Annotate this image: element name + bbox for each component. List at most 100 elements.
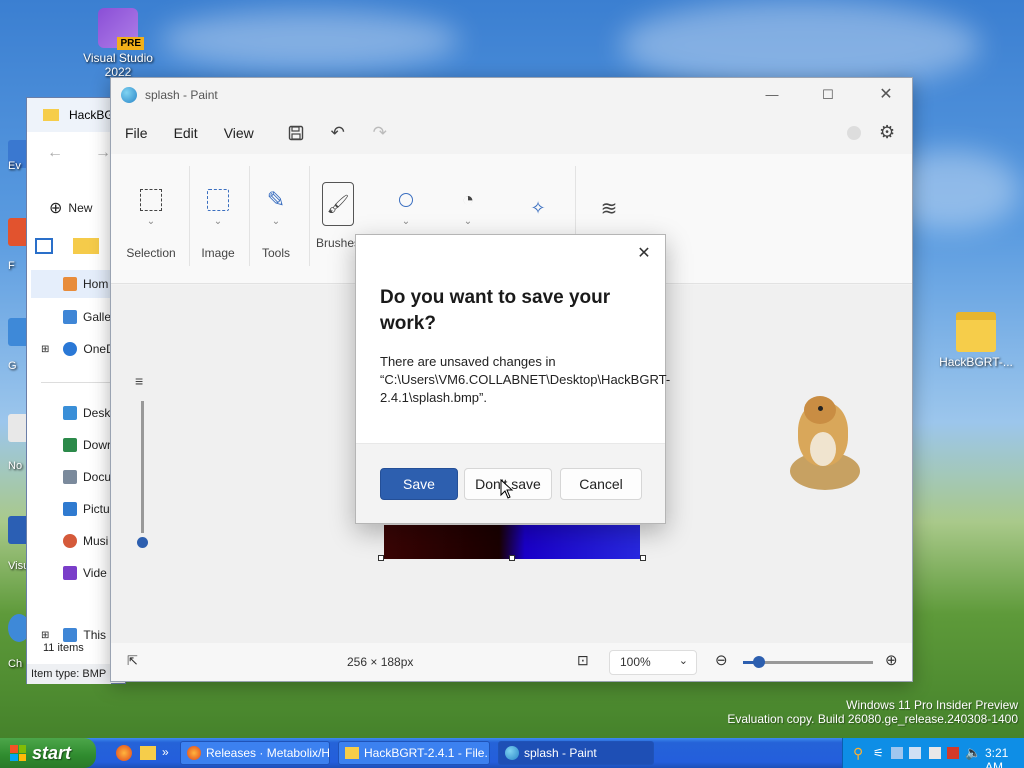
pane-icon — [35, 238, 53, 254]
ribbon-group-tools[interactable]: ✎ ⌄ Tools — [255, 154, 297, 260]
brush-icon: 🖌 — [322, 182, 354, 226]
zoom-in-icon[interactable]: ⊕ — [885, 651, 898, 669]
tools-icon: ✎ — [266, 187, 286, 212]
image-icon — [202, 184, 234, 216]
close-icon[interactable]: ✕ — [633, 243, 655, 265]
taskbar-item-explorer[interactable]: HackBGRT-2.4.1 - File... — [338, 741, 490, 765]
account-icon[interactable] — [847, 126, 861, 140]
nav-item-gallery[interactable]: Galle — [63, 310, 111, 324]
tray-icon[interactable] — [947, 747, 959, 759]
ribbon-label: Selection — [126, 246, 176, 260]
nav-item-documents[interactable]: Docu — [63, 470, 111, 484]
task-label: Releases · Metabolix/H... — [206, 746, 330, 760]
search-icon[interactable]: ⚲ — [853, 745, 863, 762]
redo-icon[interactable]: ↷ — [368, 121, 392, 145]
expand-icon: ⊞ — [41, 629, 50, 641]
menu-file[interactable]: File — [125, 125, 148, 141]
network-icon[interactable]: ⚟ — [873, 746, 884, 760]
resize-handle[interactable] — [378, 555, 384, 561]
canvas-image[interactable] — [384, 525, 640, 559]
zoom-slider-track[interactable] — [743, 656, 873, 668]
ribbon-group-cocreator[interactable]: ✧ — [521, 154, 555, 224]
edge-quicklaunch-icon[interactable]: » — [162, 745, 176, 761]
ribbon-group-layers[interactable]: ≋ — [591, 154, 627, 224]
desktop-icon-label: No — [8, 460, 23, 472]
desktop-icon — [63, 406, 77, 420]
ribbon-label: Tools — [261, 246, 290, 260]
taskbar: start » Releases · Metabolix/H... HackBG… — [0, 738, 1024, 768]
chevron-down-icon: ⌄ — [213, 216, 223, 227]
brush-size-thumb[interactable] — [137, 537, 148, 548]
volume-icon[interactable]: 🔈 — [965, 745, 981, 761]
selection-icon — [135, 184, 167, 216]
tray-icon[interactable] — [909, 747, 921, 759]
nav-item-onedrive[interactable]: ⊞ OneD — [41, 342, 115, 356]
zoom-select[interactable]: 100% ⌄ — [609, 650, 697, 675]
tray-icon[interactable] — [929, 747, 941, 759]
nav-item-this-pc[interactable]: ⊞ This — [41, 628, 106, 642]
cancel-button[interactable]: Cancel — [560, 468, 642, 500]
taskbar-item-paint[interactable]: splash - Paint — [498, 741, 654, 765]
chevron-down-icon: ⌄ — [271, 216, 281, 227]
resize-handle[interactable] — [509, 555, 515, 561]
gallery-icon — [63, 310, 77, 324]
tray-icon[interactable] — [891, 747, 903, 759]
task-label: splash - Paint — [524, 746, 597, 760]
save-button[interactable]: Save — [380, 468, 458, 500]
desktop-icon-hackbgrt[interactable]: HackBGRT-... — [932, 312, 1020, 369]
desktop-icon-label: G — [8, 360, 17, 372]
paint-title: splash - Paint — [145, 88, 218, 102]
menu-edit[interactable]: Edit — [174, 125, 198, 141]
mouse-cursor — [500, 478, 514, 504]
nav-label: Pictu — [83, 502, 110, 516]
clock[interactable]: 3:21 AM — [985, 746, 1024, 768]
gear-icon[interactable]: ⚙ — [879, 122, 895, 143]
nav-item-downloads[interactable]: Dowr — [63, 438, 111, 452]
brush-size-track[interactable] — [141, 401, 144, 533]
desktop-icon-label: F — [8, 260, 15, 272]
zoom-value: 100% — [620, 655, 651, 669]
new-button[interactable]: ⊕ New — [49, 198, 92, 218]
zoom-out-icon[interactable]: ⊖ — [715, 651, 728, 669]
visual-studio-icon: PRE — [98, 8, 144, 50]
taskbar-item-firefox[interactable]: Releases · Metabolix/H... — [180, 741, 330, 765]
divider — [309, 166, 310, 266]
task-label: HackBGRT-2.4.1 - File... — [364, 746, 490, 760]
ribbon-group-selection[interactable]: ⌄ Selection — [121, 154, 181, 260]
folder-quicklaunch-icon[interactable] — [140, 746, 156, 760]
desktop-icon-visual-studio[interactable]: PRE Visual Studio 2022 — [74, 8, 162, 79]
undo-icon[interactable]: ↶ — [326, 121, 350, 145]
menu-view[interactable]: View — [224, 125, 254, 141]
video-icon — [63, 566, 77, 580]
shapes-icon — [390, 184, 422, 216]
maximize-button[interactable]: ☐ — [811, 84, 845, 106]
checkbox-icon — [73, 238, 99, 254]
palette-icon: ◔ — [461, 188, 475, 211]
close-button[interactable]: ✕ — [869, 84, 903, 106]
start-button[interactable]: start — [0, 738, 96, 768]
nav-item-music[interactable]: Musi — [63, 534, 108, 548]
save-icon[interactable] — [284, 121, 308, 145]
fit-icon[interactable]: ⊡ — [577, 652, 589, 669]
minimize-button[interactable]: — — [755, 84, 789, 106]
forward-button[interactable]: → — [95, 144, 111, 162]
paint-icon — [505, 746, 519, 760]
layout-toggle[interactable] — [35, 238, 99, 254]
zoom-slider-thumb[interactable] — [752, 656, 765, 668]
dialog-heading: Do you want to save your work? — [380, 287, 611, 334]
ribbon-group-shapes[interactable]: ⌄ — [389, 154, 423, 230]
paint-titlebar[interactable]: splash - Paint — [111, 78, 912, 112]
ribbon-group-colors[interactable]: ◔ ⌄ — [451, 154, 485, 230]
nav-item-videos[interactable]: Vide — [63, 566, 107, 580]
nav-label: Hom — [83, 277, 109, 291]
hamster-image — [780, 392, 860, 494]
resize-handle[interactable] — [640, 555, 646, 561]
firefox-quicklaunch-icon[interactable] — [116, 745, 132, 761]
image-size: 256 × 188px — [347, 655, 414, 669]
back-button[interactable]: ← — [47, 144, 63, 162]
desktop-icon-label: Ev — [8, 160, 21, 172]
status-bar: ⇱ 256 × 188px ⊡ 100% ⌄ ⊖ ⊕ — [111, 643, 912, 681]
nav-item-pictures[interactable]: Pictu — [63, 502, 110, 516]
ribbon-group-image[interactable]: ⌄ Image — [195, 154, 241, 260]
nav-item-desktop[interactable]: Desk — [63, 406, 110, 420]
